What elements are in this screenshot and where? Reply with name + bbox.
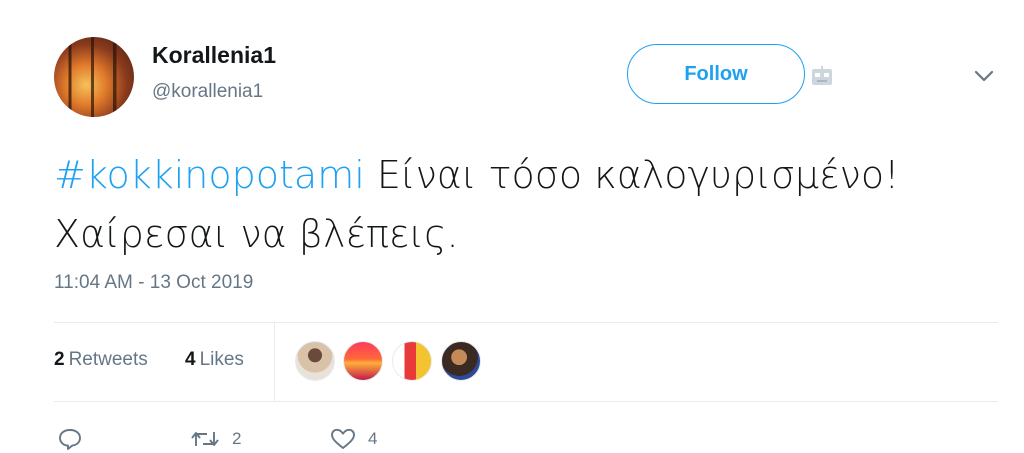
- like-count: 4: [368, 429, 378, 448]
- heart-icon: [331, 428, 355, 449]
- reply-button[interactable]: [58, 425, 82, 453]
- stats-divider: [274, 322, 275, 401]
- avatar[interactable]: [54, 37, 134, 117]
- retweets-stat[interactable]: 2 Retweets: [54, 349, 148, 371]
- retweet-button[interactable]: 2: [190, 425, 241, 453]
- likes-stat[interactable]: 4 Likes: [185, 349, 244, 371]
- retweet-icon: [191, 432, 219, 446]
- likes-count: 4: [185, 349, 196, 370]
- liker-avatar[interactable]: [392, 341, 432, 381]
- liker-avatar[interactable]: [295, 341, 335, 381]
- retweets-label: Retweets: [68, 349, 148, 370]
- divider: [54, 322, 998, 323]
- avatar-image: [54, 37, 134, 117]
- likes-label: Likes: [199, 349, 244, 370]
- liker-avatar[interactable]: [343, 341, 383, 381]
- tweet-card: Korallenia1 @korallenia1 Follow #kokkino…: [0, 0, 1024, 453]
- like-button[interactable]: 4: [330, 425, 377, 453]
- hashtag-link[interactable]: #kokkinopotami: [54, 153, 365, 197]
- chevron-down-icon[interactable]: [972, 66, 996, 86]
- timestamp[interactable]: 11:04 AM - 13 Oct 2019: [54, 272, 253, 294]
- reply-icon: [59, 429, 81, 450]
- tweet-text: #kokkinopotami Είναι τόσο καλογυρισμένο!…: [54, 146, 1004, 264]
- retweet-count: 2: [232, 429, 242, 448]
- retweets-count: 2: [54, 349, 65, 370]
- display-name[interactable]: Korallenia1: [152, 42, 276, 69]
- divider: [54, 401, 998, 402]
- liker-avatar[interactable]: [441, 341, 481, 381]
- follow-button[interactable]: Follow: [627, 44, 805, 104]
- robot-icon: [812, 66, 832, 85]
- user-handle[interactable]: @korallenia1: [152, 81, 263, 103]
